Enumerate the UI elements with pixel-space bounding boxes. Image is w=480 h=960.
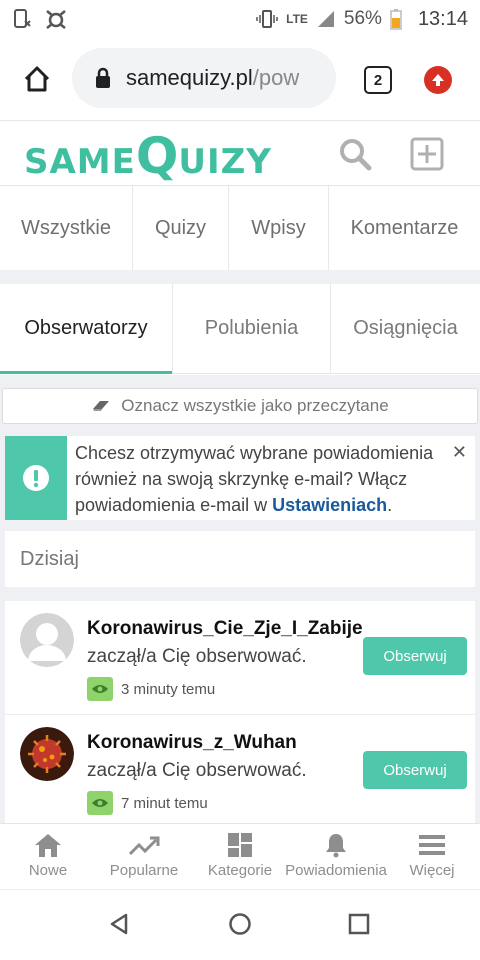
system-navigation-bar [0, 889, 480, 960]
vibrate-icon [256, 10, 278, 28]
avast-icon [46, 10, 66, 29]
phone-sync-icon [14, 9, 31, 28]
bottom-navigation: Nowe Popularne Kategorie Powiadomienia W… [0, 823, 480, 889]
exclamation-icon [23, 465, 49, 491]
username-link[interactable]: Koronawirus_z_Wuhan [87, 732, 297, 753]
default-avatar-icon [20, 613, 74, 667]
url-path: /pow [252, 65, 300, 90]
grid-icon [228, 833, 252, 857]
logo[interactable]: SAMEQUIZY [24, 127, 272, 185]
timestamp: 3 minuty temu [121, 680, 216, 698]
search-icon[interactable] [338, 137, 372, 171]
eye-icon [87, 677, 113, 701]
banner-icon-box [5, 436, 67, 520]
username-link[interactable]: Koronawirus_Cie_Zje_I_Zabije [87, 618, 363, 639]
tab-polubienia[interactable]: Polubienia [173, 284, 331, 373]
site-header: SAMEQUIZY [0, 120, 480, 186]
tab-quizy[interactable]: Quizy [133, 186, 229, 270]
arrow-up-icon [432, 74, 444, 86]
home-icon [35, 834, 61, 857]
tab-wpisy[interactable]: Wpisy [229, 186, 329, 270]
bell-icon [326, 834, 346, 858]
virus-avatar-icon [20, 727, 74, 781]
follow-button[interactable]: Obserwuj [363, 751, 467, 789]
url-domain: samequizy.pl [126, 65, 253, 90]
notification-list: Koronawirus_Cie_Zje_I_Zabije zaczął/a Ci… [5, 601, 475, 823]
email-notification-banner: Chcesz otrzymywać wybrane powiadomienia … [5, 436, 475, 520]
nav-item-wiecej[interactable]: Więcej [384, 824, 480, 889]
eye-icon [87, 791, 113, 815]
timestamp: 7 minut temu [121, 794, 208, 812]
trending-icon [128, 836, 160, 856]
clock: 13:14 [417, 7, 468, 30]
tab-obserwatorzy[interactable]: Obserwatorzy [0, 284, 173, 374]
upload-button[interactable] [424, 66, 452, 94]
address-bar[interactable]: samequizy.pl/pow [72, 48, 336, 108]
mark-all-read-button[interactable]: Oznacz wszystkie jako przeczytane [2, 388, 478, 424]
notification-tabs: Obserwatorzy Polubienia Osiągnięcia [0, 284, 480, 374]
network-type: LTE [286, 12, 308, 26]
nav-item-powiadomienia[interactable]: Powiadomienia [285, 824, 387, 889]
day-header: Dzisiaj [5, 531, 475, 587]
nav-item-nowe[interactable]: Nowe [0, 824, 96, 889]
banner-text: Chcesz otrzymywać wybrane powiadomienia … [75, 443, 434, 515]
home-icon[interactable] [22, 64, 52, 94]
notification-item: Koronawirus_Cie_Zje_I_Zabije zaczął/a Ci… [5, 601, 475, 715]
recents-icon[interactable] [348, 913, 370, 935]
browser-toolbar: samequizy.pl/pow 2 [0, 38, 480, 120]
mark-all-read-label: Oznacz wszystkie jako przeczytane [121, 396, 389, 415]
back-icon[interactable] [108, 912, 130, 936]
separator [0, 270, 480, 284]
settings-link[interactable]: Ustawieniach [272, 495, 387, 515]
close-icon[interactable]: ✕ [452, 442, 467, 463]
battery-percent: 56% [343, 8, 382, 29]
category-tabs: Wszystkie Quizy Wpisy Komentarze [0, 186, 480, 270]
notification-item: Koronawirus_z_Wuhan zaczął/a Cię obserwow… [5, 715, 475, 823]
menu-icon [419, 835, 445, 855]
avatar[interactable] [20, 613, 74, 667]
follow-button[interactable]: Obserwuj [363, 637, 467, 675]
nav-item-popularne[interactable]: Popularne [96, 824, 192, 889]
eraser-icon [93, 401, 110, 411]
add-icon[interactable] [410, 137, 444, 171]
avatar[interactable] [20, 727, 74, 781]
tab-wszystkie[interactable]: Wszystkie [0, 186, 133, 270]
home-circle-icon[interactable] [228, 912, 252, 936]
tab-osiagniecia[interactable]: Osiągnięcia [331, 284, 480, 373]
status-bar: LTE 56% 13:14 [0, 0, 480, 38]
lock-icon [96, 67, 110, 88]
notification-action: zaczął/a Cię obserwować. [87, 760, 307, 781]
tab-komentarze[interactable]: Komentarze [329, 186, 480, 270]
battery-icon [390, 9, 402, 30]
notification-action: zaczął/a Cię obserwować. [87, 646, 307, 667]
signal-icon [317, 11, 334, 27]
tab-switcher-button[interactable]: 2 [364, 66, 392, 94]
nav-item-kategorie[interactable]: Kategorie [192, 824, 288, 889]
